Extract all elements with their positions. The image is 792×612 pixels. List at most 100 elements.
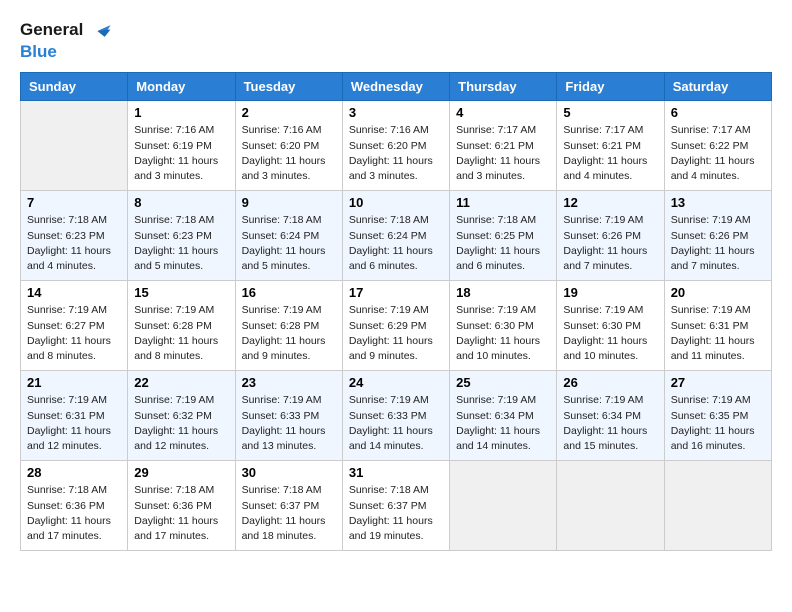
day-number: 7 [27, 195, 121, 210]
logo-blue: Blue [20, 42, 57, 61]
day-of-week-header: Monday [128, 73, 235, 101]
day-info: Sunrise: 7:17 AMSunset: 6:22 PMDaylight:… [671, 123, 765, 184]
calendar-table: SundayMondayTuesdayWednesdayThursdayFrid… [20, 72, 772, 551]
calendar-day-cell [21, 101, 128, 191]
calendar-day-cell: 15 Sunrise: 7:19 AMSunset: 6:28 PMDayligh… [128, 281, 235, 371]
calendar-day-cell: 31 Sunrise: 7:18 AMSunset: 6:37 PMDayligh… [342, 461, 449, 551]
day-number: 15 [134, 285, 228, 300]
day-info: Sunrise: 7:19 AMSunset: 6:33 PMDaylight:… [242, 393, 336, 454]
logo-container: General Blue [20, 20, 112, 62]
calendar-day-cell: 26 Sunrise: 7:19 AMSunset: 6:34 PMDayligh… [557, 371, 664, 461]
day-number: 1 [134, 105, 228, 120]
day-info: Sunrise: 7:18 AMSunset: 6:24 PMDaylight:… [349, 213, 443, 274]
day-info: Sunrise: 7:16 AMSunset: 6:20 PMDaylight:… [242, 123, 336, 184]
calendar-day-cell: 30 Sunrise: 7:18 AMSunset: 6:37 PMDayligh… [235, 461, 342, 551]
day-info: Sunrise: 7:19 AMSunset: 6:26 PMDaylight:… [563, 213, 657, 274]
calendar-body: 1 Sunrise: 7:16 AMSunset: 6:19 PMDaylight… [21, 101, 772, 551]
calendar-day-cell: 1 Sunrise: 7:16 AMSunset: 6:19 PMDaylight… [128, 101, 235, 191]
calendar-day-cell: 21 Sunrise: 7:19 AMSunset: 6:31 PMDayligh… [21, 371, 128, 461]
day-info: Sunrise: 7:18 AMSunset: 6:23 PMDaylight:… [27, 213, 121, 274]
calendar-day-cell: 10 Sunrise: 7:18 AMSunset: 6:24 PMDayligh… [342, 191, 449, 281]
day-number: 10 [349, 195, 443, 210]
calendar-day-cell: 11 Sunrise: 7:18 AMSunset: 6:25 PMDayligh… [450, 191, 557, 281]
day-number: 16 [242, 285, 336, 300]
day-of-week-header: Saturday [664, 73, 771, 101]
day-info: Sunrise: 7:18 AMSunset: 6:36 PMDaylight:… [134, 483, 228, 544]
calendar-day-cell: 12 Sunrise: 7:19 AMSunset: 6:26 PMDayligh… [557, 191, 664, 281]
day-number: 26 [563, 375, 657, 390]
day-number: 9 [242, 195, 336, 210]
day-info: Sunrise: 7:19 AMSunset: 6:33 PMDaylight:… [349, 393, 443, 454]
day-info: Sunrise: 7:19 AMSunset: 6:32 PMDaylight:… [134, 393, 228, 454]
day-number: 27 [671, 375, 765, 390]
calendar-day-cell: 16Sunrise: 7:19 AMSunset: 6:28 PMDayligh… [235, 281, 342, 371]
calendar-day-cell [557, 461, 664, 551]
day-number: 12 [563, 195, 657, 210]
calendar-day-cell: 22 Sunrise: 7:19 AMSunset: 6:32 PMDayligh… [128, 371, 235, 461]
day-info: Sunrise: 7:19 AMSunset: 6:31 PMDaylight:… [27, 393, 121, 454]
calendar-week-row: 7 Sunrise: 7:18 AMSunset: 6:23 PMDaylight… [21, 191, 772, 281]
day-info: Sunrise: 7:18 AMSunset: 6:25 PMDaylight:… [456, 213, 550, 274]
calendar-day-cell: 3Sunrise: 7:16 AMSunset: 6:20 PMDaylight… [342, 101, 449, 191]
day-number: 22 [134, 375, 228, 390]
day-number: 30 [242, 465, 336, 480]
day-info: Sunrise: 7:18 AMSunset: 6:37 PMDaylight:… [349, 483, 443, 544]
calendar-day-cell: 29 Sunrise: 7:18 AMSunset: 6:36 PMDayligh… [128, 461, 235, 551]
day-info: Sunrise: 7:18 AMSunset: 6:37 PMDaylight:… [242, 483, 336, 544]
logo-bird-icon [90, 20, 112, 42]
day-number: 13 [671, 195, 765, 210]
day-number: 29 [134, 465, 228, 480]
calendar-day-cell: 18Sunrise: 7:19 AMSunset: 6:30 PMDayligh… [450, 281, 557, 371]
day-info: Sunrise: 7:19 AMSunset: 6:29 PMDaylight:… [349, 303, 443, 364]
calendar-week-row: 21 Sunrise: 7:19 AMSunset: 6:31 PMDayligh… [21, 371, 772, 461]
calendar-day-cell: 28 Sunrise: 7:18 AMSunset: 6:36 PMDayligh… [21, 461, 128, 551]
day-info: Sunrise: 7:16 AMSunset: 6:19 PMDaylight:… [134, 123, 228, 184]
day-number: 5 [563, 105, 657, 120]
calendar-day-cell: 23Sunrise: 7:19 AMSunset: 6:33 PMDayligh… [235, 371, 342, 461]
calendar-day-cell: 20Sunrise: 7:19 AMSunset: 6:31 PMDayligh… [664, 281, 771, 371]
calendar-day-cell [664, 461, 771, 551]
page-header: General Blue [20, 20, 772, 62]
day-number: 14 [27, 285, 121, 300]
day-info: Sunrise: 7:18 AMSunset: 6:24 PMDaylight:… [242, 213, 336, 274]
day-info: Sunrise: 7:19 AMSunset: 6:34 PMDaylight:… [563, 393, 657, 454]
day-number: 6 [671, 105, 765, 120]
day-info: Sunrise: 7:19 AMSunset: 6:34 PMDaylight:… [456, 393, 550, 454]
calendar-day-cell: 2Sunrise: 7:16 AMSunset: 6:20 PMDaylight… [235, 101, 342, 191]
day-of-week-header: Friday [557, 73, 664, 101]
calendar-day-cell: 13Sunrise: 7:19 AMSunset: 6:26 PMDayligh… [664, 191, 771, 281]
calendar-day-cell: 8 Sunrise: 7:18 AMSunset: 6:23 PMDaylight… [128, 191, 235, 281]
day-of-week-header: Tuesday [235, 73, 342, 101]
calendar-day-cell: 17 Sunrise: 7:19 AMSunset: 6:29 PMDayligh… [342, 281, 449, 371]
calendar-day-cell: 9 Sunrise: 7:18 AMSunset: 6:24 PMDaylight… [235, 191, 342, 281]
day-info: Sunrise: 7:16 AMSunset: 6:20 PMDaylight:… [349, 123, 443, 184]
calendar-day-cell: 27 Sunrise: 7:19 AMSunset: 6:35 PMDayligh… [664, 371, 771, 461]
day-number: 11 [456, 195, 550, 210]
day-number: 31 [349, 465, 443, 480]
day-number: 28 [27, 465, 121, 480]
calendar-day-cell: 14 Sunrise: 7:19 AMSunset: 6:27 PMDayligh… [21, 281, 128, 371]
day-number: 4 [456, 105, 550, 120]
day-number: 24 [349, 375, 443, 390]
day-info: Sunrise: 7:18 AMSunset: 6:23 PMDaylight:… [134, 213, 228, 274]
calendar-week-row: 14 Sunrise: 7:19 AMSunset: 6:27 PMDayligh… [21, 281, 772, 371]
calendar-day-cell: 24 Sunrise: 7:19 AMSunset: 6:33 PMDayligh… [342, 371, 449, 461]
day-info: Sunrise: 7:19 AMSunset: 6:27 PMDaylight:… [27, 303, 121, 364]
calendar-header-row: SundayMondayTuesdayWednesdayThursdayFrid… [21, 73, 772, 101]
day-info: Sunrise: 7:19 AMSunset: 6:28 PMDaylight:… [134, 303, 228, 364]
day-of-week-header: Wednesday [342, 73, 449, 101]
day-number: 17 [349, 285, 443, 300]
day-number: 21 [27, 375, 121, 390]
day-of-week-header: Thursday [450, 73, 557, 101]
calendar-week-row: 1 Sunrise: 7:16 AMSunset: 6:19 PMDaylight… [21, 101, 772, 191]
calendar-day-cell: 6 Sunrise: 7:17 AMSunset: 6:22 PMDaylight… [664, 101, 771, 191]
day-of-week-header: Sunday [21, 73, 128, 101]
day-info: Sunrise: 7:19 AMSunset: 6:35 PMDaylight:… [671, 393, 765, 454]
calendar-day-cell: 19Sunrise: 7:19 AMSunset: 6:30 PMDayligh… [557, 281, 664, 371]
day-info: Sunrise: 7:18 AMSunset: 6:36 PMDaylight:… [27, 483, 121, 544]
day-info: Sunrise: 7:19 AMSunset: 6:30 PMDaylight:… [456, 303, 550, 364]
calendar-day-cell: 5 Sunrise: 7:17 AMSunset: 6:21 PMDaylight… [557, 101, 664, 191]
logo-general: General [20, 20, 83, 39]
day-number: 8 [134, 195, 228, 210]
day-info: Sunrise: 7:17 AMSunset: 6:21 PMDaylight:… [563, 123, 657, 184]
